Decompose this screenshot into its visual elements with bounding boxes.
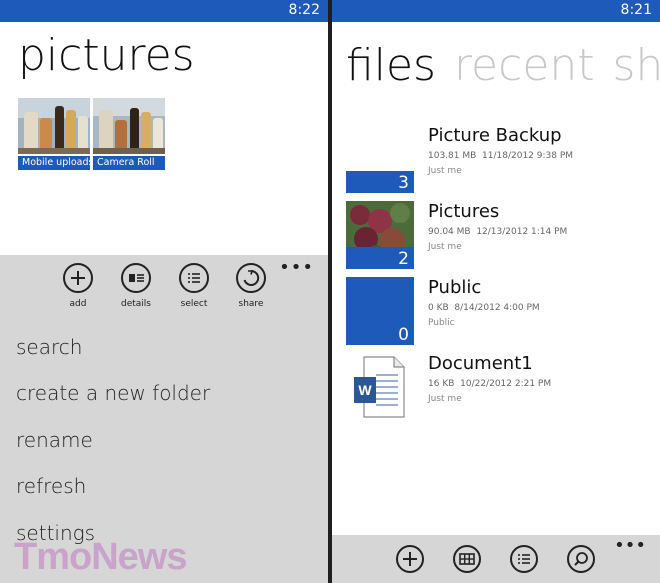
album-label: Mobile uploads (18, 156, 90, 170)
album-tile-mobile-uploads[interactable]: Mobile uploads (18, 98, 90, 170)
thumbnail-view-button[interactable] (453, 545, 481, 573)
word-document-icon: W (354, 356, 405, 418)
list-item[interactable]: 3 Picture Backup 103.81 MB 11/18/2012 9:… (346, 125, 656, 193)
share-button[interactable]: share (223, 263, 279, 309)
file-meta: 16 KB 10/22/2012 2:21 PM (428, 379, 552, 389)
folder-tile: 3 (346, 125, 414, 193)
add-label: add (69, 299, 87, 309)
plus-icon (403, 552, 417, 566)
watermark-logo: TmoNews (14, 536, 187, 578)
svg-text:W: W (358, 382, 372, 398)
folder-tile: 2 (346, 201, 414, 269)
status-time: 8:22 (288, 2, 320, 18)
file-sharing: Just me (428, 166, 462, 176)
app-bar: ••• (332, 535, 660, 583)
search-icon (574, 552, 588, 566)
more-options-icon[interactable]: ••• (614, 535, 646, 556)
status-bar: 8:21 (332, 0, 660, 22)
file-sharing: Just me (428, 394, 462, 404)
share-label: share (238, 299, 264, 309)
album-thumbnail (18, 98, 90, 154)
album-tile-camera-roll[interactable]: Camera Roll (93, 98, 165, 170)
list-item[interactable]: W Document1 16 KB 10/22/2012 2:21 PM Jus… (346, 353, 656, 421)
pivot-tab-files[interactable]: files (346, 40, 436, 91)
file-meta: 103.81 MB 11/18/2012 9:38 PM (428, 151, 574, 161)
album-thumbnail (93, 98, 165, 154)
select-list-icon (179, 263, 209, 293)
details-button[interactable]: details (108, 263, 164, 309)
pictures-screen: 8:22 pictures Mobile uploads Camera Roll (0, 0, 328, 583)
folder-count: 0 (398, 325, 409, 345)
folder-count: 3 (398, 173, 409, 193)
menu-item-create-folder[interactable]: create a new folder (16, 381, 210, 405)
menu-item-rename[interactable]: rename (16, 428, 93, 452)
file-sharing: Just me (428, 242, 462, 252)
file-sharing: Public (428, 318, 455, 328)
select-button[interactable] (510, 545, 538, 573)
file-name: Picture Backup (428, 125, 562, 146)
pivot-tab-recent[interactable]: recent (454, 40, 595, 91)
list-item[interactable]: 0 Public 0 KB 8/14/2012 4:00 PM Public (346, 277, 656, 345)
status-bar: 8:22 (0, 0, 328, 22)
menu-item-search[interactable]: search (16, 335, 82, 359)
more-options-icon[interactable]: ••• (279, 257, 314, 278)
menu-item-refresh[interactable]: refresh (16, 474, 86, 498)
select-button[interactable]: select (166, 263, 222, 309)
share-icon (236, 263, 266, 293)
select-list-icon (518, 554, 530, 564)
folder-count: 2 (398, 249, 409, 269)
details-icon (121, 263, 151, 293)
folder-tile: 0 (346, 277, 414, 345)
details-label: details (121, 299, 151, 309)
plus-icon (63, 263, 93, 293)
grid-icon (459, 553, 475, 565)
skydrive-files-screen: 8:21 files recent sha 3 Picture Backup 103… (332, 0, 660, 583)
file-meta: 90.04 MB 12/13/2012 1:14 PM (428, 227, 568, 237)
app-bar-expanded: ••• add details select share search crea… (0, 255, 328, 583)
add-button[interactable] (396, 545, 424, 573)
file-meta: 0 KB 8/14/2012 4:00 PM (428, 303, 540, 313)
list-item[interactable]: 2 Pictures 90.04 MB 12/13/2012 1:14 PM J… (346, 201, 656, 269)
status-time: 8:21 (620, 2, 652, 18)
file-name: Pictures (428, 201, 500, 222)
file-name: Document1 (428, 353, 533, 374)
add-button[interactable]: add (50, 263, 106, 309)
pivot-tab-shared[interactable]: sha (613, 40, 660, 91)
search-button[interactable] (567, 545, 595, 573)
file-name: Public (428, 277, 482, 298)
select-label: select (180, 299, 208, 309)
page-title: pictures (18, 30, 195, 81)
pivot-header: files recent sha (346, 40, 660, 91)
album-label: Camera Roll (93, 156, 165, 170)
